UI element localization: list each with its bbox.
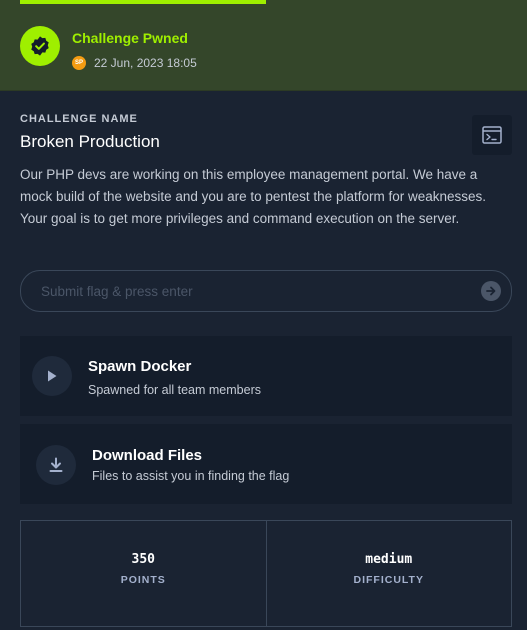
download-icon — [36, 445, 76, 485]
arrow-right-icon — [486, 286, 496, 296]
pwned-meta: SP 22 Jun, 2023 18:05 — [72, 55, 197, 71]
difficulty-label: DIFFICULTY — [353, 574, 424, 586]
terminal-button[interactable] — [472, 115, 512, 155]
play-icon — [32, 356, 72, 396]
download-files-title: Download Files — [92, 447, 203, 464]
spawn-docker-card[interactable]: Spawn Docker Spawned for all team member… — [20, 336, 512, 416]
download-files-subtitle: Files to assist you in finding the flag — [92, 469, 290, 483]
pwned-status: Challenge Pwned — [72, 30, 188, 46]
terminal-icon — [482, 126, 502, 144]
challenge-name-label: CHALLENGE NAME — [20, 113, 138, 125]
challenge-stats: 350 POINTS medium DIFFICULTY — [20, 520, 512, 627]
flag-input[interactable] — [21, 271, 461, 311]
banner-progress-bar — [20, 0, 266, 4]
flag-input-container — [20, 270, 512, 312]
sp-badge-icon: SP — [72, 56, 86, 70]
pwned-banner: Challenge Pwned SP 22 Jun, 2023 18:05 — [0, 0, 527, 91]
points-label: POINTS — [120, 574, 166, 586]
difficulty-value: medium — [365, 552, 413, 567]
download-files-card[interactable]: Download Files Files to assist you in fi… — [20, 424, 512, 504]
pwned-date: 22 Jun, 2023 18:05 — [94, 56, 197, 70]
spawn-docker-subtitle: Spawned for all team members — [88, 383, 261, 397]
points-stat: 350 POINTS — [21, 521, 266, 626]
spawn-docker-title: Spawn Docker — [88, 358, 192, 375]
challenge-description: Our PHP devs are working on this employe… — [20, 167, 487, 226]
verified-badge-icon — [20, 26, 60, 66]
submit-flag-button[interactable] — [481, 281, 501, 301]
points-value: 350 — [131, 552, 155, 567]
difficulty-stat: medium DIFFICULTY — [265, 521, 512, 626]
challenge-title: Broken Production — [20, 132, 160, 151]
